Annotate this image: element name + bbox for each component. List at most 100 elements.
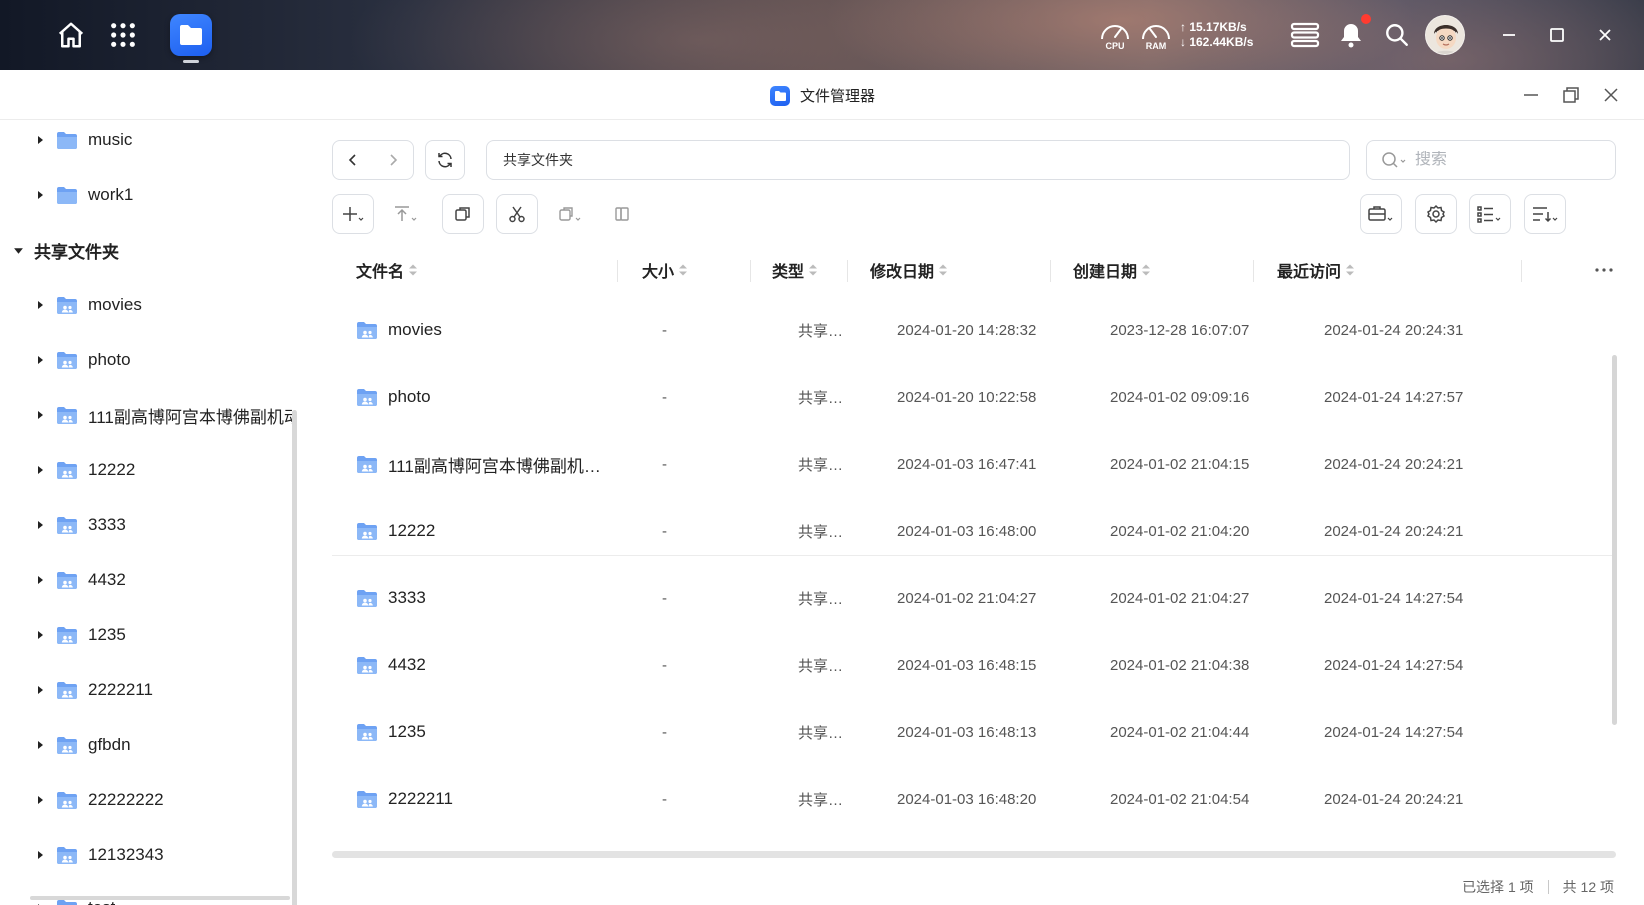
paste-button[interactable]: [550, 194, 592, 234]
cpu-gauge-icon[interactable]: CPU: [1098, 20, 1132, 54]
table-row[interactable]: photo - 共享… 2024-01-20 10:22:58 2024-01-02 0…: [332, 362, 1616, 432]
column-header[interactable]: 类型: [772, 250, 818, 290]
sidebar-horizontal-scrollbar[interactable]: [30, 896, 290, 900]
caret-right-icon[interactable]: [34, 299, 46, 311]
more-columns-icon[interactable]: [1592, 250, 1616, 290]
caret-right-icon[interactable]: [34, 354, 46, 366]
column-header[interactable]: 最近访问: [1277, 250, 1355, 290]
upload-button[interactable]: [385, 194, 427, 234]
table-row[interactable]: movies - 共享… 2024-01-20 14:28:32 2023-12-28 …: [332, 295, 1616, 365]
caret-right-icon[interactable]: [34, 739, 46, 751]
modified-date: 2024-01-03 16:47:41: [897, 455, 1037, 473]
column-divider[interactable]: [1521, 260, 1522, 282]
sidebar-item[interactable]: movies: [34, 290, 142, 320]
refresh-button[interactable]: [425, 140, 465, 180]
sidebar-item[interactable]: 1235: [34, 620, 126, 650]
file-manager-icon[interactable]: [170, 14, 212, 56]
caret-right-icon[interactable]: [34, 849, 46, 861]
caret-right-icon[interactable]: [34, 629, 46, 641]
sort-arrows-icon[interactable]: [808, 263, 818, 277]
table-horizontal-scrollbar[interactable]: [332, 851, 1616, 858]
column-header[interactable]: 大小: [642, 250, 688, 290]
sidebar-item[interactable]: work1: [34, 180, 133, 210]
sidebar-item[interactable]: 3333: [34, 510, 126, 540]
search-input[interactable]: [1415, 151, 1585, 169]
ram-gauge-icon[interactable]: RAM: [1139, 20, 1173, 54]
sidebar-item[interactable]: photo: [34, 345, 131, 375]
caret-down-icon[interactable]: [12, 244, 24, 256]
apps-grid-icon[interactable]: [104, 16, 142, 54]
sidebar-item[interactable]: music: [34, 125, 132, 155]
sort-arrows-icon[interactable]: [938, 263, 948, 277]
caret-right-icon[interactable]: [34, 464, 46, 476]
table-row[interactable]: 2222211 - 共享… 2024-01-03 16:48:20 2024-01-02…: [332, 764, 1616, 834]
window-titlebar[interactable]: 文件管理器: [0, 70, 1644, 120]
caret-right-icon[interactable]: [34, 574, 46, 586]
copy-button[interactable]: [442, 194, 484, 234]
table-row[interactable]: 111副高博阿宫本博佛副机… - 共享… 2024-01-03 16:47:41 202…: [332, 429, 1616, 499]
column-divider[interactable]: [847, 260, 848, 282]
table-vertical-scrollbar[interactable]: [1612, 355, 1617, 725]
caret-right-icon[interactable]: [34, 134, 46, 146]
file-name-cell[interactable]: movies: [356, 295, 606, 365]
file-name-cell[interactable]: 3333: [356, 563, 606, 633]
search-box[interactable]: [1366, 140, 1616, 180]
sidebar-item[interactable]: 22222222: [34, 785, 164, 815]
column-header[interactable]: 创建日期: [1073, 250, 1151, 290]
sort-arrows-icon[interactable]: [1345, 263, 1355, 277]
file-name-cell[interactable]: photo: [356, 362, 606, 432]
sidebar-scrollbar[interactable]: [292, 410, 297, 905]
forward-button[interactable]: [373, 141, 413, 179]
sidebar-item[interactable]: 2222211: [34, 675, 153, 705]
file-name-cell[interactable]: 2222211: [356, 764, 606, 834]
sort-arrows-icon[interactable]: [678, 263, 688, 277]
caret-right-icon[interactable]: [34, 409, 46, 421]
sort-button[interactable]: [1524, 194, 1566, 234]
table-row[interactable]: 1235 - 共享… 2024-01-03 16:48:13 2024-01-02 21…: [332, 697, 1616, 767]
file-name-cell[interactable]: 4432: [356, 630, 606, 700]
table-row[interactable]: 3333 - 共享… 2024-01-02 21:04:27 2024-01-02 21…: [332, 563, 1616, 633]
sidebar-item[interactable]: 4432: [34, 565, 126, 595]
window-close-icon[interactable]: [1598, 82, 1624, 108]
column-divider[interactable]: [617, 260, 618, 282]
sidebar-item[interactable]: gfbdn: [34, 730, 131, 760]
minimize-icon[interactable]: [1492, 18, 1526, 52]
caret-right-icon[interactable]: [34, 684, 46, 696]
network-speed[interactable]: ↑ 15.17KB/s ↓ 162.44KB/s: [1180, 20, 1253, 50]
sidebar-item[interactable]: 111副高博阿宫本博佛副机动: [34, 400, 293, 430]
sidebar-item[interactable]: 12222: [34, 455, 135, 485]
settings-button[interactable]: [1415, 194, 1457, 234]
move-button[interactable]: [601, 194, 643, 234]
caret-right-icon[interactable]: [34, 189, 46, 201]
sidebar-section-shared[interactable]: 共享文件夹: [12, 235, 119, 265]
file-name-cell[interactable]: 111副高博阿宫本博佛副机…: [356, 429, 606, 499]
column-header[interactable]: 文件名: [356, 250, 418, 290]
bell-icon[interactable]: [1336, 18, 1366, 52]
window-restore-icon[interactable]: [1558, 82, 1584, 108]
maximize-icon[interactable]: [1540, 18, 1574, 52]
caret-right-icon[interactable]: [34, 519, 46, 531]
column-header[interactable]: 修改日期: [870, 250, 948, 290]
new-button[interactable]: [332, 194, 374, 234]
sidebar-item[interactable]: 12132343: [34, 840, 164, 870]
column-divider[interactable]: [1050, 260, 1051, 282]
avatar[interactable]: [1425, 15, 1465, 55]
modified-date: 2024-01-03 16:48:15: [897, 656, 1037, 674]
path-bar[interactable]: 共享文件夹: [486, 140, 1350, 180]
toolbox-button[interactable]: [1360, 194, 1402, 234]
table-row[interactable]: 4432 - 共享… 2024-01-03 16:48:15 2024-01-02 21…: [332, 630, 1616, 700]
home-icon[interactable]: [52, 16, 90, 54]
file-name-cell[interactable]: 1235: [356, 697, 606, 767]
cut-button[interactable]: [496, 194, 538, 234]
task-list-icon[interactable]: [1288, 18, 1322, 52]
sort-arrows-icon[interactable]: [1141, 263, 1151, 277]
sort-arrows-icon[interactable]: [408, 263, 418, 277]
column-divider[interactable]: [1253, 260, 1254, 282]
back-button[interactable]: [333, 141, 373, 179]
column-divider[interactable]: [750, 260, 751, 282]
window-minimize-icon[interactable]: [1518, 82, 1544, 108]
view-mode-button[interactable]: [1469, 194, 1511, 234]
caret-right-icon[interactable]: [34, 794, 46, 806]
close-icon[interactable]: [1588, 18, 1622, 52]
search-icon[interactable]: [1380, 18, 1414, 52]
